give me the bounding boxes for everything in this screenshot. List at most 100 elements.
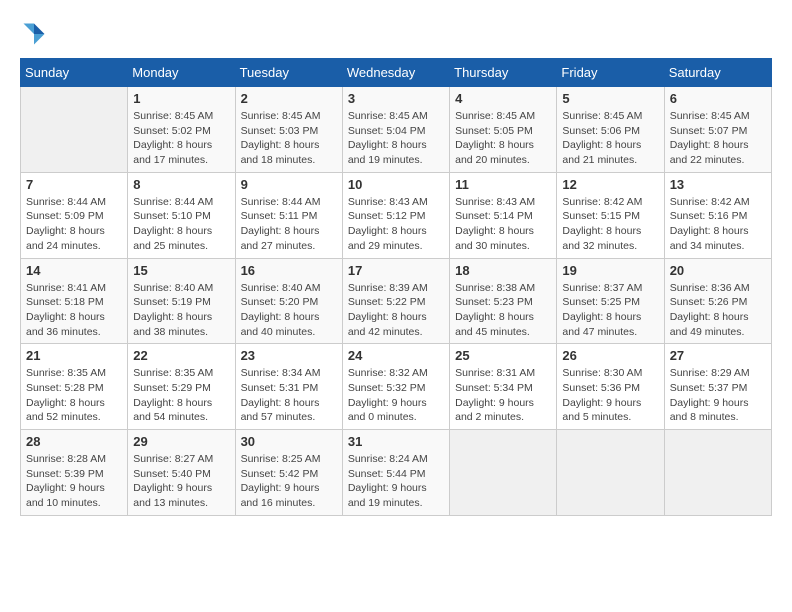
day-info: Sunrise: 8:29 AMSunset: 5:37 PMDaylight:…: [670, 366, 766, 425]
day-number: 19: [562, 263, 658, 278]
day-number: 28: [26, 434, 122, 449]
day-info: Sunrise: 8:42 AMSunset: 5:16 PMDaylight:…: [670, 195, 766, 254]
calendar-cell: 24 Sunrise: 8:32 AMSunset: 5:32 PMDayligh…: [342, 344, 449, 430]
day-number: 10: [348, 177, 444, 192]
week-row-1: 1 Sunrise: 8:45 AMSunset: 5:02 PMDaylight…: [21, 87, 772, 173]
calendar-cell: [450, 430, 557, 516]
day-number: 7: [26, 177, 122, 192]
day-number: 27: [670, 348, 766, 363]
weekday-header-saturday: Saturday: [664, 59, 771, 87]
day-number: 16: [241, 263, 337, 278]
calendar-cell: 29 Sunrise: 8:27 AMSunset: 5:40 PMDayligh…: [128, 430, 235, 516]
calendar-cell: 6 Sunrise: 8:45 AMSunset: 5:07 PMDaylight…: [664, 87, 771, 173]
day-info: Sunrise: 8:41 AMSunset: 5:18 PMDaylight:…: [26, 281, 122, 340]
day-number: 21: [26, 348, 122, 363]
calendar-cell: 25 Sunrise: 8:31 AMSunset: 5:34 PMDayligh…: [450, 344, 557, 430]
calendar-cell: 3 Sunrise: 8:45 AMSunset: 5:04 PMDaylight…: [342, 87, 449, 173]
calendar-cell: 2Sunrise: 8:45 AMSunset: 5:03 PMDaylight…: [235, 87, 342, 173]
day-info: Sunrise: 8:44 AMSunset: 5:10 PMDaylight:…: [133, 195, 229, 254]
day-info: Sunrise: 8:28 AMSunset: 5:39 PMDaylight:…: [26, 452, 122, 511]
day-info: Sunrise: 8:34 AMSunset: 5:31 PMDaylight:…: [241, 366, 337, 425]
weekday-header-thursday: Thursday: [450, 59, 557, 87]
day-info: Sunrise: 8:35 AMSunset: 5:28 PMDaylight:…: [26, 366, 122, 425]
calendar-cell: 10 Sunrise: 8:43 AMSunset: 5:12 PMDayligh…: [342, 172, 449, 258]
day-info: Sunrise: 8:45 AMSunset: 5:07 PMDaylight:…: [670, 109, 766, 168]
weekday-header-sunday: Sunday: [21, 59, 128, 87]
day-info: Sunrise: 8:31 AMSunset: 5:34 PMDaylight:…: [455, 366, 551, 425]
day-number: 15: [133, 263, 229, 278]
week-row-2: 7 Sunrise: 8:44 AMSunset: 5:09 PMDaylight…: [21, 172, 772, 258]
day-info: Sunrise: 8:30 AMSunset: 5:36 PMDaylight:…: [562, 366, 658, 425]
week-row-3: 14 Sunrise: 8:41 AMSunset: 5:18 PMDayligh…: [21, 258, 772, 344]
calendar-cell: 20 Sunrise: 8:36 AMSunset: 5:26 PMDayligh…: [664, 258, 771, 344]
day-info: Sunrise: 8:42 AMSunset: 5:15 PMDaylight:…: [562, 195, 658, 254]
day-info: Sunrise: 8:43 AMSunset: 5:14 PMDaylight:…: [455, 195, 551, 254]
page-header: [20, 20, 772, 48]
calendar-cell: 14 Sunrise: 8:41 AMSunset: 5:18 PMDayligh…: [21, 258, 128, 344]
day-info: Sunrise: 8:39 AMSunset: 5:22 PMDaylight:…: [348, 281, 444, 340]
day-number: 29: [133, 434, 229, 449]
day-number: 8: [133, 177, 229, 192]
day-number: 1: [133, 91, 229, 106]
day-info: Sunrise: 8:35 AMSunset: 5:29 PMDaylight:…: [133, 366, 229, 425]
calendar-cell: [557, 430, 664, 516]
day-number: 5: [562, 91, 658, 106]
calendar-cell: 4 Sunrise: 8:45 AMSunset: 5:05 PMDaylight…: [450, 87, 557, 173]
day-number: 20: [670, 263, 766, 278]
day-number: 22: [133, 348, 229, 363]
day-info: Sunrise: 8:45 AMSunset: 5:04 PMDaylight:…: [348, 109, 444, 168]
day-number: 25: [455, 348, 551, 363]
day-info: Sunrise: 8:44 AMSunset: 5:09 PMDaylight:…: [26, 195, 122, 254]
logo-icon: [20, 20, 48, 48]
day-number: 11: [455, 177, 551, 192]
day-number: 6: [670, 91, 766, 106]
day-info: Sunrise: 8:43 AMSunset: 5:12 PMDaylight:…: [348, 195, 444, 254]
day-info: Sunrise: 8:27 AMSunset: 5:40 PMDaylight:…: [133, 452, 229, 511]
weekday-header-wednesday: Wednesday: [342, 59, 449, 87]
calendar-cell: 1 Sunrise: 8:45 AMSunset: 5:02 PMDaylight…: [128, 87, 235, 173]
weekday-header-tuesday: Tuesday: [235, 59, 342, 87]
calendar-cell: 12 Sunrise: 8:42 AMSunset: 5:15 PMDayligh…: [557, 172, 664, 258]
week-row-5: 28 Sunrise: 8:28 AMSunset: 5:39 PMDayligh…: [21, 430, 772, 516]
calendar-cell: 26 Sunrise: 8:30 AMSunset: 5:36 PMDayligh…: [557, 344, 664, 430]
calendar-cell: 11 Sunrise: 8:43 AMSunset: 5:14 PMDayligh…: [450, 172, 557, 258]
day-number: 4: [455, 91, 551, 106]
day-info: Sunrise: 8:25 AMSunset: 5:42 PMDaylight:…: [241, 452, 337, 511]
day-number: 24: [348, 348, 444, 363]
weekday-header-monday: Monday: [128, 59, 235, 87]
day-info: Sunrise: 8:45 AMSunset: 5:02 PMDaylight:…: [133, 109, 229, 168]
day-number: 31: [348, 434, 444, 449]
day-number: 26: [562, 348, 658, 363]
calendar-cell: 17Sunrise: 8:39 AMSunset: 5:22 PMDayligh…: [342, 258, 449, 344]
calendar-cell: 19Sunrise: 8:37 AMSunset: 5:25 PMDayligh…: [557, 258, 664, 344]
day-number: 14: [26, 263, 122, 278]
calendar-cell: 23Sunrise: 8:34 AMSunset: 5:31 PMDayligh…: [235, 344, 342, 430]
calendar-cell: 22 Sunrise: 8:35 AMSunset: 5:29 PMDayligh…: [128, 344, 235, 430]
calendar-cell: 30 Sunrise: 8:25 AMSunset: 5:42 PMDayligh…: [235, 430, 342, 516]
calendar-cell: 8 Sunrise: 8:44 AMSunset: 5:10 PMDaylight…: [128, 172, 235, 258]
day-number: 13: [670, 177, 766, 192]
week-row-4: 21 Sunrise: 8:35 AMSunset: 5:28 PMDayligh…: [21, 344, 772, 430]
logo: [20, 20, 52, 48]
day-info: Sunrise: 8:40 AMSunset: 5:20 PMDaylight:…: [241, 281, 337, 340]
day-info: Sunrise: 8:36 AMSunset: 5:26 PMDaylight:…: [670, 281, 766, 340]
calendar-cell: [664, 430, 771, 516]
weekday-header-friday: Friday: [557, 59, 664, 87]
day-number: 12: [562, 177, 658, 192]
day-number: 3: [348, 91, 444, 106]
day-number: 9: [241, 177, 337, 192]
day-info: Sunrise: 8:44 AMSunset: 5:11 PMDaylight:…: [241, 195, 337, 254]
day-info: Sunrise: 8:38 AMSunset: 5:23 PMDaylight:…: [455, 281, 551, 340]
calendar-table: SundayMondayTuesdayWednesdayThursdayFrid…: [20, 58, 772, 516]
day-number: 30: [241, 434, 337, 449]
day-info: Sunrise: 8:32 AMSunset: 5:32 PMDaylight:…: [348, 366, 444, 425]
calendar-cell: 16 Sunrise: 8:40 AMSunset: 5:20 PMDayligh…: [235, 258, 342, 344]
calendar-cell: 31Sunrise: 8:24 AMSunset: 5:44 PMDayligh…: [342, 430, 449, 516]
day-info: Sunrise: 8:45 AMSunset: 5:03 PMDaylight:…: [241, 109, 337, 168]
weekday-header-row: SundayMondayTuesdayWednesdayThursdayFrid…: [21, 59, 772, 87]
day-info: Sunrise: 8:45 AMSunset: 5:05 PMDaylight:…: [455, 109, 551, 168]
calendar-cell: 13 Sunrise: 8:42 AMSunset: 5:16 PMDayligh…: [664, 172, 771, 258]
day-info: Sunrise: 8:45 AMSunset: 5:06 PMDaylight:…: [562, 109, 658, 168]
calendar-cell: 28 Sunrise: 8:28 AMSunset: 5:39 PMDayligh…: [21, 430, 128, 516]
calendar-cell: 27 Sunrise: 8:29 AMSunset: 5:37 PMDayligh…: [664, 344, 771, 430]
